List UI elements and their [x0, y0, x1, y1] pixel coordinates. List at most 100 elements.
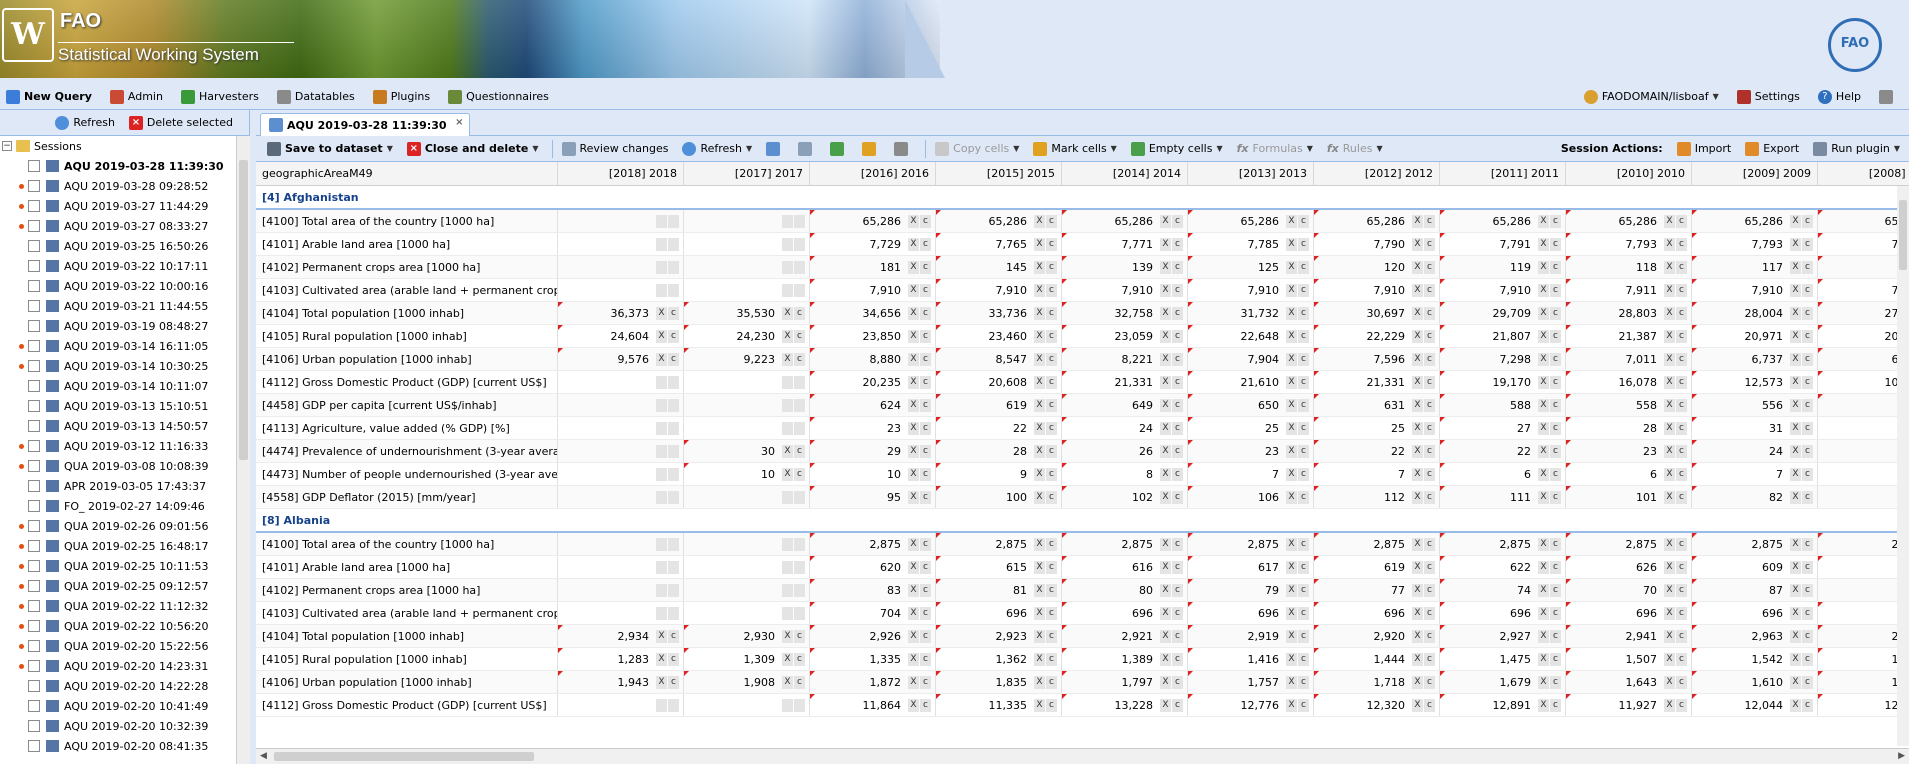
column-header-year[interactable]: [2013] 2013	[1188, 162, 1314, 185]
data-cell[interactable]: 9,576 Xc	[558, 348, 684, 370]
session-item[interactable]: FO_ 2019-02-27 14:09:46	[0, 496, 236, 516]
data-cell[interactable]: 7,904 Xc	[1188, 348, 1314, 370]
data-cell[interactable]: 80 Xc	[1062, 579, 1188, 601]
data-cell[interactable]: 21,331 Xc	[1062, 371, 1188, 393]
data-cell[interactable]: 1,507 Xc	[1566, 648, 1692, 670]
data-cell[interactable]	[684, 486, 810, 508]
data-cell[interactable]: 1,5Xc	[1818, 648, 1909, 670]
data-cell[interactable]: 23 Xc	[1566, 440, 1692, 462]
data-cell[interactable]: 2,927 Xc	[1440, 625, 1566, 647]
data-cell[interactable]: 28,803 Xc	[1566, 302, 1692, 324]
data-cell[interactable]: 2,934 Xc	[558, 625, 684, 647]
data-cell[interactable]: 23 Xc	[1188, 440, 1314, 462]
data-cell[interactable]: 30,697 Xc	[1314, 302, 1440, 324]
session-checkbox[interactable]	[28, 720, 40, 732]
column-header-year[interactable]: [2017] 2017	[684, 162, 810, 185]
data-cell[interactable]: 8,221 Xc	[1062, 348, 1188, 370]
data-cell[interactable]: 20,235 Xc	[810, 371, 936, 393]
session-item[interactable]: AQU 2019-02-20 14:23:31	[0, 656, 236, 676]
session-checkbox[interactable]	[28, 580, 40, 592]
session-checkbox[interactable]	[28, 360, 40, 372]
session-checkbox[interactable]	[28, 500, 40, 512]
data-cell[interactable]: 2,919 Xc	[1188, 625, 1314, 647]
data-cell[interactable]: 704 Xc	[810, 602, 936, 624]
session-item[interactable]: AQU 2019-02-20 14:22:28	[0, 676, 236, 696]
data-cell[interactable]	[684, 417, 810, 439]
data-cell[interactable]: 8,547 Xc	[936, 348, 1062, 370]
data-cell[interactable]: 83 Xc	[810, 579, 936, 601]
data-cell[interactable]: 696 Xc	[1566, 602, 1692, 624]
data-cell[interactable]: 2,875 Xc	[1566, 533, 1692, 555]
session-item[interactable]: AQU 2019-03-14 16:11:05	[0, 336, 236, 356]
data-cell[interactable]: 82 Xc	[1692, 486, 1818, 508]
session-checkbox[interactable]	[28, 700, 40, 712]
data-cell[interactable]: 22 Xc	[936, 417, 1062, 439]
data-cell[interactable]: 24 Xc	[1692, 440, 1818, 462]
data-cell[interactable]: 25 Xc	[1188, 417, 1314, 439]
data-cell[interactable]: 8,880 Xc	[810, 348, 936, 370]
session-item[interactable]: AQU 2019-03-28 09:28:52	[0, 176, 236, 196]
data-cell[interactable]: 20,971 Xc	[1692, 325, 1818, 347]
data-cell[interactable]: 70 Xc	[1566, 579, 1692, 601]
data-cell[interactable]: 2,930 Xc	[684, 625, 810, 647]
data-cell[interactable]: 631 Xc	[1314, 394, 1440, 416]
data-cell[interactable]: 696 Xc	[1314, 602, 1440, 624]
data-cell[interactable]: 95 Xc	[810, 486, 936, 508]
data-cell[interactable]	[558, 440, 684, 462]
data-cell[interactable]: 7,910 Xc	[1692, 279, 1818, 301]
session-checkbox[interactable]	[28, 480, 40, 492]
admin-button[interactable]: Admin	[104, 86, 169, 108]
data-cell[interactable]: 1,643 Xc	[1566, 671, 1692, 693]
data-cell[interactable]: 2,875 Xc	[810, 533, 936, 555]
session-checkbox[interactable]	[28, 260, 40, 272]
mark-cells-button[interactable]: Mark cells ▼	[1028, 138, 1121, 160]
data-cell[interactable]: 1,283 Xc	[558, 648, 684, 670]
session-item[interactable]: AQU 2019-03-27 08:33:27	[0, 216, 236, 236]
data-cell[interactable]: 2,875 Xc	[1692, 533, 1818, 555]
empty-cells-button[interactable]: Empty cells ▼	[1126, 138, 1228, 160]
session-item[interactable]: AQU 2019-03-25 16:50:26	[0, 236, 236, 256]
formulas-button[interactable]: fx Formulas ▼	[1232, 138, 1318, 160]
data-cell[interactable]: 27 Xc	[1440, 417, 1566, 439]
data-cell[interactable]: 2,8Xc	[1818, 533, 1909, 555]
session-checkbox[interactable]	[28, 320, 40, 332]
data-cell[interactable]: 125 Xc	[1188, 256, 1314, 278]
session-item[interactable]: QUA 2019-02-22 11:12:32	[0, 596, 236, 616]
data-cell[interactable]: 12,573 Xc	[1692, 371, 1818, 393]
group-header[interactable]: [8] Albania	[256, 509, 1909, 533]
data-cell[interactable]: 7,729 Xc	[810, 233, 936, 255]
data-cell[interactable]	[1818, 463, 1909, 485]
close-tab-icon[interactable]: ×	[455, 117, 463, 128]
data-cell[interactable]: 21,387 Xc	[1566, 325, 1692, 347]
session-item[interactable]: AQU 2019-03-22 10:00:16	[0, 276, 236, 296]
data-cell[interactable]: 7,910 Xc	[1440, 279, 1566, 301]
data-cell[interactable]	[558, 463, 684, 485]
session-checkbox[interactable]	[28, 600, 40, 612]
delete-selected-button[interactable]: × Delete selected	[123, 112, 239, 134]
close-and-delete-button[interactable]: × Close and delete ▼	[402, 138, 544, 160]
data-cell[interactable]	[558, 579, 684, 601]
data-cell[interactable]: 649 Xc	[1062, 394, 1188, 416]
data-cell[interactable]	[558, 256, 684, 278]
data-cell[interactable]: 28 Xc	[936, 440, 1062, 462]
refresh-button[interactable]: Refresh ▼	[677, 138, 757, 160]
data-cell[interactable]: 1,610 Xc	[1692, 671, 1818, 693]
columns-button[interactable]	[793, 138, 821, 160]
sessions-root[interactable]: − Sessions	[0, 136, 236, 156]
rules-button[interactable]: fx Rules ▼	[1322, 138, 1388, 160]
data-cell[interactable]: 81 Xc	[936, 579, 1062, 601]
data-cell[interactable]: 8Xc	[1062, 463, 1188, 485]
data-cell[interactable]	[558, 694, 684, 716]
data-cell[interactable]: 22,648 Xc	[1188, 325, 1314, 347]
data-cell[interactable]: 65,286 Xc	[1314, 210, 1440, 232]
run-plugin-button[interactable]: Run plugin ▼	[1808, 138, 1905, 160]
data-cell[interactable]: 7,910 Xc	[810, 279, 936, 301]
data-cell[interactable]: 65,2Xc	[1818, 210, 1909, 232]
data-cell[interactable]: 20,608 Xc	[936, 371, 1062, 393]
data-cell[interactable]: 32,758 Xc	[1062, 302, 1188, 324]
data-cell[interactable]	[684, 579, 810, 601]
data-cell[interactable]	[1818, 417, 1909, 439]
sessions-scrollbar[interactable]	[236, 136, 250, 764]
data-cell[interactable]: 7,910 Xc	[1188, 279, 1314, 301]
data-cell[interactable]: 1,908 Xc	[684, 671, 810, 693]
